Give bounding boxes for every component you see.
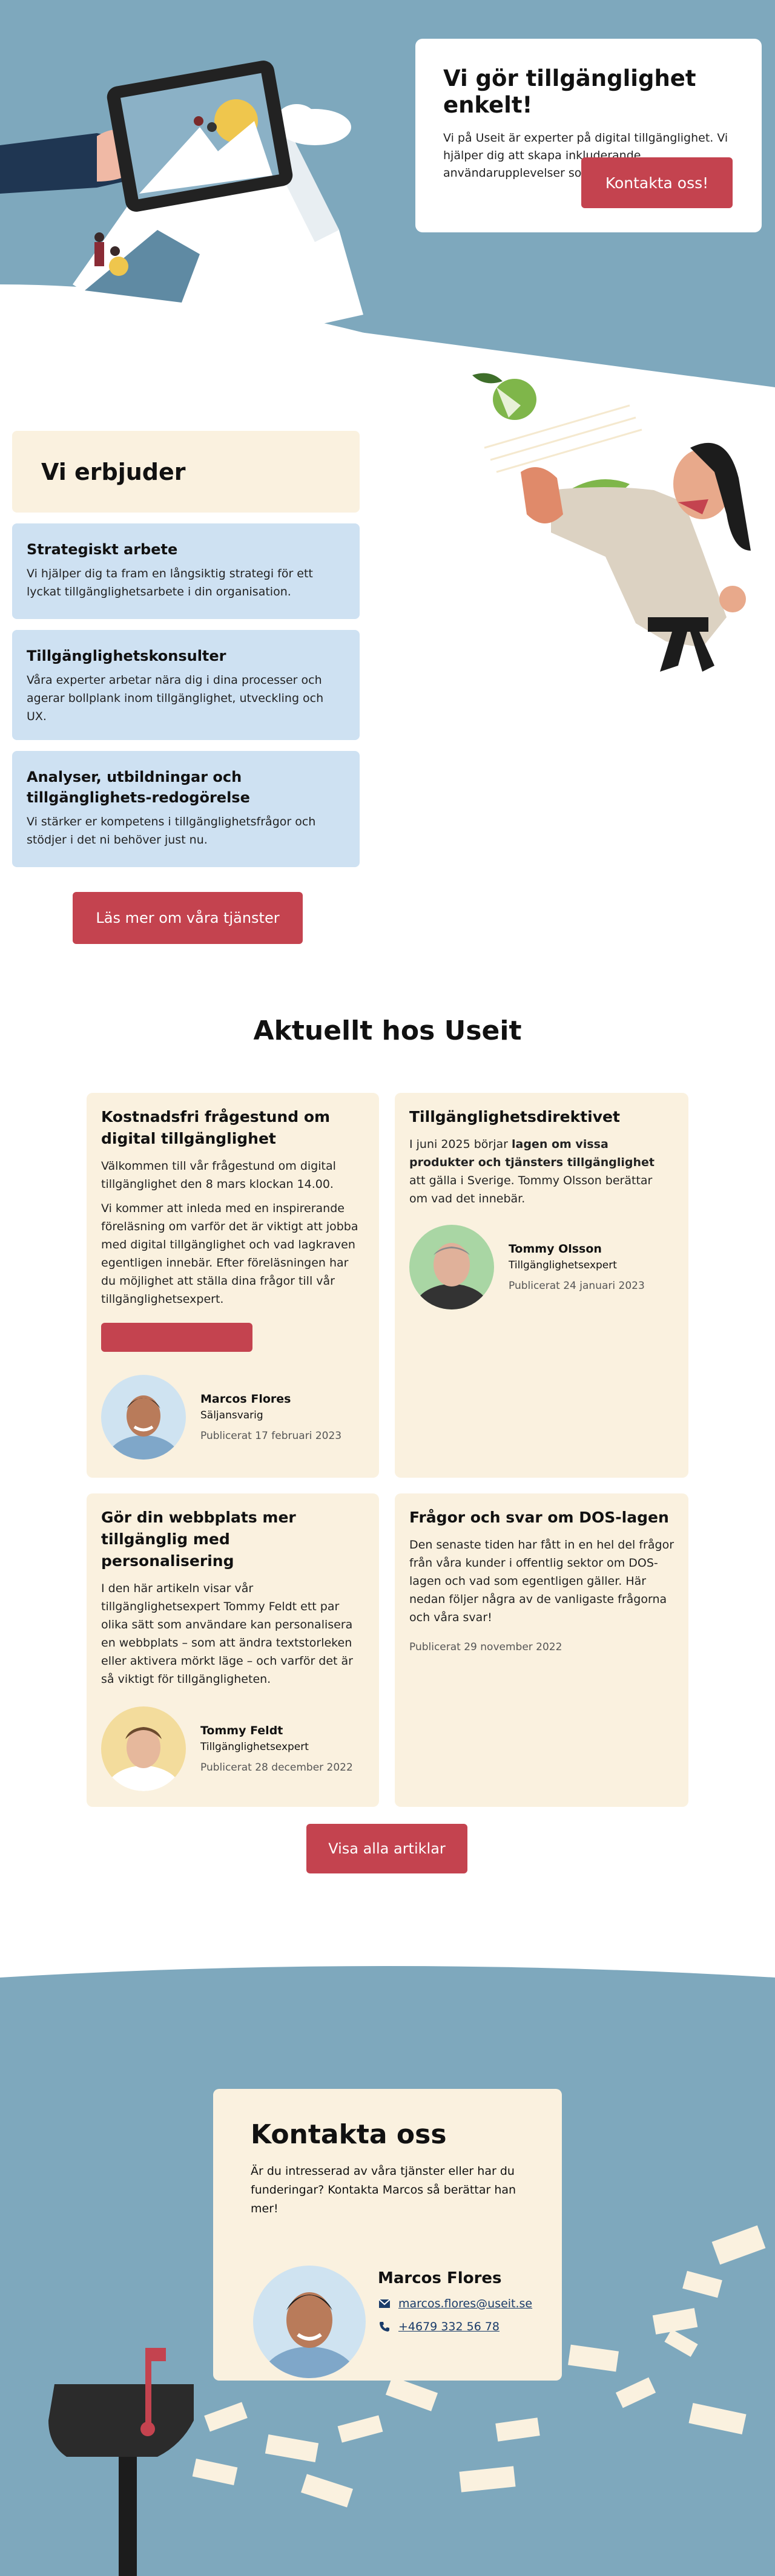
author-name: Marcos Flores (200, 1392, 291, 1406)
article-author: Tommy Feldt Tillgänglighetsexpert Public… (101, 1706, 353, 1791)
service-text: Våra experter arbetar nära dig i dina pr… (27, 673, 324, 723)
services-title: Vi erbjuder (41, 458, 186, 485)
service-card: Strategiskt arbete Vi hjälper dig ta fra… (12, 523, 360, 619)
publish-date: Publicerat 17 februari 2023 (200, 1430, 342, 1442)
author-name: Tommy Olsson (509, 1242, 602, 1256)
contact-phone-link[interactable]: +4679 332 56 78 (378, 2320, 532, 2333)
article-card[interactable]: Kostnadsfri frågestund om digital tillgä… (87, 1093, 379, 1478)
article-text-part: I juni 2025 börjar (409, 1138, 512, 1151)
service-title: Tillgänglighetskonsulter (27, 647, 226, 664)
author-role: Tillgänglighetsexpert (509, 1259, 617, 1271)
article-text: Den senaste tiden har fått in en hel del… (409, 1538, 674, 1624)
avatar (253, 2266, 366, 2378)
author-role: Säljansvarig (200, 1409, 263, 1421)
publish-date: Publicerat 24 januari 2023 (509, 1280, 645, 1292)
article-title[interactable]: Frågor och svar om DOS-lagen (409, 1507, 674, 1529)
show-all-articles-button[interactable]: Visa alla artiklar (306, 1824, 467, 1873)
author-name: Tommy Feldt (200, 1724, 283, 1737)
article-title[interactable]: Tillgänglighetsdirektivet (409, 1106, 674, 1128)
service-title: Analyser, utbildningar och tillgänglighe… (27, 769, 250, 806)
hero-contact-button[interactable]: Kontakta oss! (581, 157, 733, 208)
service-card: Analyser, utbildningar och tillgänglighe… (12, 751, 360, 867)
article-text-part: att gälla i Sverige. Tommy Olsson berätt… (409, 1174, 653, 1205)
publish-date: Publicerat 29 november 2022 (409, 1641, 562, 1653)
article-register-button[interactable] (101, 1323, 252, 1352)
article-text: Välkommen till vår frågestund om digital… (101, 1159, 336, 1191)
article-text: I den här artikeln visar vår tillgänglig… (101, 1582, 353, 1686)
avatar (101, 1706, 186, 1791)
service-title: Strategiskt arbete (27, 541, 178, 558)
contact-card: Kontakta oss Är du intresserad av våra t… (213, 2089, 562, 2381)
article-title[interactable]: Gör din webbplats mer tillgänglig med pe… (101, 1507, 364, 1572)
contact-email-link[interactable]: marcos.flores@useit.se (378, 2297, 532, 2310)
publish-date: Publicerat 28 december 2022 (200, 1762, 353, 1774)
services-read-more-button[interactable]: Läs mer om våra tjänster (73, 892, 303, 944)
phone-icon (378, 2320, 391, 2333)
article-card[interactable]: Frågor och svar om DOS-lagen Den senaste… (395, 1493, 688, 1807)
hero-section: Vi gör tillgänglighet enkelt! Vi på Usei… (0, 0, 775, 399)
article-title[interactable]: Kostnadsfri frågestund om digital tillgä… (101, 1106, 364, 1150)
services-section: Vi erbjuder Strategiskt arbete Vi hjälpe… (12, 431, 360, 944)
news-heading: Aktuellt hos Useit (253, 1015, 522, 1046)
service-text: Vi stärker er kompetens i tillgänglighet… (27, 815, 316, 847)
article-card[interactable]: Gör din webbplats mer tillgänglig med pe… (87, 1493, 379, 1807)
contact-heading: Kontakta oss (251, 2119, 447, 2150)
article-card[interactable]: Tillgänglighetsdirektivet I juni 2025 bö… (395, 1093, 688, 1478)
contact-email: marcos.flores@useit.se (398, 2297, 533, 2310)
contact-person: Marcos Flores marcos.flores@useit.se +46… (253, 2266, 532, 2378)
service-card: Tillgänglighetskonsulter Våra experter a… (12, 630, 360, 740)
author-role: Tillgänglighetsexpert (200, 1741, 309, 1753)
article-author: Tommy Olsson Tillgänglighetsexpert Publi… (409, 1225, 645, 1309)
hero-title: Vi gör tillgänglighet enkelt! (443, 65, 696, 118)
contact-text: Är du intresserad av våra tjänster eller… (251, 2165, 516, 2215)
hero-card: Vi gör tillgänglighet enkelt! Vi på Usei… (415, 39, 762, 232)
email-icon (378, 2297, 391, 2310)
karate-illustration (472, 373, 751, 672)
avatar (409, 1225, 494, 1309)
avatar (101, 1375, 186, 1460)
contact-name: Marcos Flores (378, 2269, 502, 2287)
services-header: Vi erbjuder (12, 431, 360, 513)
article-text: I juni 2025 börjar lagen om vissa produk… (409, 1135, 674, 1208)
article-author: Marcos Flores Säljansvarig Publicerat 17… (101, 1375, 341, 1460)
contact-phone: +4679 332 56 78 (398, 2320, 500, 2333)
service-text: Vi hjälper dig ta fram en långsiktig str… (27, 567, 313, 598)
article-text: Vi kommer att inleda med en inspirerande… (101, 1202, 358, 1306)
